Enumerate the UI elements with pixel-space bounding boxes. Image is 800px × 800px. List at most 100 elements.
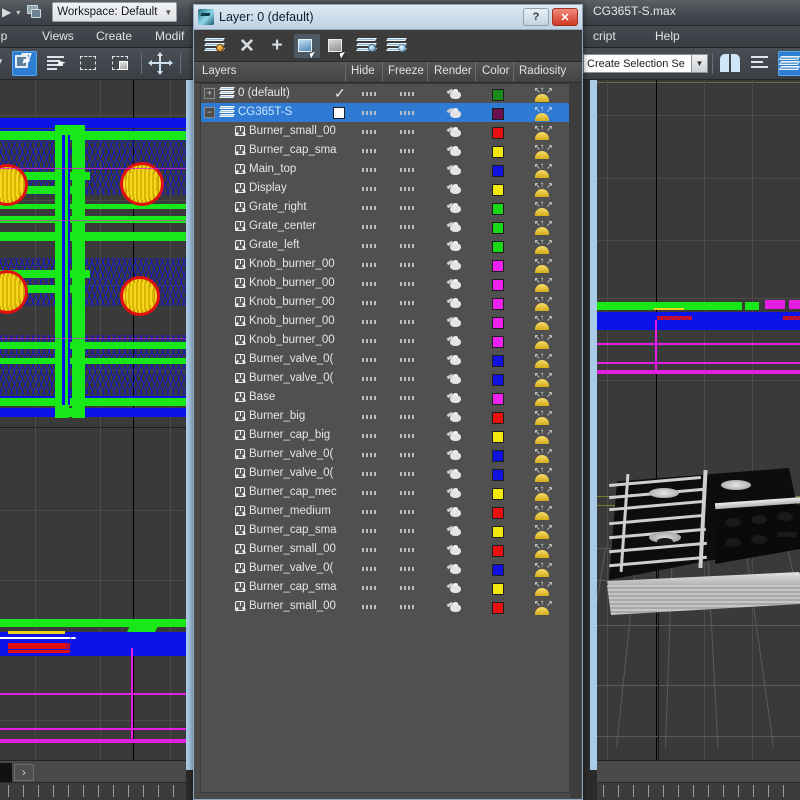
render-teapot-icon[interactable] <box>446 487 464 500</box>
layer-list-scrollbar[interactable] <box>570 83 581 798</box>
render-teapot-icon[interactable] <box>446 164 464 177</box>
radiosity-icon[interactable]: ↖ ↑ ↗ <box>532 219 553 235</box>
freeze-cell[interactable] <box>400 130 416 134</box>
radiosity-icon[interactable]: ↖ ↑ ↗ <box>532 390 553 406</box>
hide-cell[interactable] <box>362 605 378 609</box>
hide-cell[interactable] <box>362 187 378 191</box>
create-new-layer-button[interactable] <box>202 34 228 58</box>
column-header-freeze[interactable]: Freeze <box>388 65 424 77</box>
color-swatch[interactable] <box>492 564 504 576</box>
color-swatch[interactable] <box>492 602 504 614</box>
color-swatch[interactable] <box>492 184 504 196</box>
color-swatch[interactable] <box>492 507 504 519</box>
render-teapot-icon[interactable] <box>446 525 464 538</box>
hide-cell[interactable] <box>362 149 378 153</box>
hide-cell[interactable] <box>362 529 378 533</box>
layer-list-body[interactable]: +0 (default) ✓ ↖ ↑ ↗ − CG365T-S ↖ ↑ ↗ Burner_small… <box>194 83 582 799</box>
render-teapot-icon[interactable] <box>446 506 464 519</box>
hide-cell[interactable] <box>362 396 378 400</box>
column-header-hide[interactable]: Hide <box>351 65 375 77</box>
workspace-selector[interactable]: Workspace: Default ▼ <box>52 2 178 22</box>
render-teapot-icon[interactable] <box>446 259 464 272</box>
hide-cell[interactable] <box>362 206 378 210</box>
radiosity-icon[interactable]: ↖ ↑ ↗ <box>532 485 553 501</box>
help-button[interactable]: ? <box>523 8 549 26</box>
freeze-cell[interactable] <box>400 491 416 495</box>
hide-cell[interactable] <box>362 282 378 286</box>
freeze-cell[interactable] <box>400 225 416 229</box>
color-swatch[interactable] <box>492 336 504 348</box>
render-teapot-icon[interactable] <box>446 183 464 196</box>
close-button[interactable]: ✕ <box>552 8 578 26</box>
select-highlighted-objects-button[interactable] <box>294 34 320 59</box>
radiosity-icon[interactable]: ↖ ↑ ↗ <box>532 466 553 482</box>
undo-redo-arrow-icon[interactable]: ▶ <box>0 5 11 19</box>
render-teapot-icon[interactable] <box>446 468 464 481</box>
render-teapot-icon[interactable] <box>446 449 464 462</box>
freeze-cell[interactable] <box>400 453 416 457</box>
table-row[interactable]: − CG365T-S ↖ ↑ ↗ <box>201 103 569 122</box>
radiosity-icon[interactable]: ↖ ↑ ↗ <box>532 447 553 463</box>
track-bar-right[interactable] <box>597 761 800 783</box>
menu-maxscript[interactable]: cript <box>593 29 616 43</box>
hide-cell[interactable] <box>362 548 378 552</box>
hide-cell[interactable] <box>362 567 378 571</box>
track-bar-handle[interactable] <box>0 763 12 782</box>
hide-cell[interactable] <box>362 244 378 248</box>
freeze-cell[interactable] <box>400 434 416 438</box>
freeze-cell[interactable] <box>400 605 416 609</box>
freeze-cell[interactable] <box>400 168 416 172</box>
radiosity-icon[interactable]: ↖ ↑ ↗ <box>532 504 553 520</box>
hide-cell[interactable] <box>362 434 378 438</box>
radiosity-icon[interactable]: ↖ ↑ ↗ <box>532 409 553 425</box>
freeze-unfreeze-layer-button[interactable] <box>384 34 410 58</box>
table-row[interactable]: Burner_cap_sma ↖ ↑ ↗ <box>201 521 569 540</box>
freeze-cell[interactable] <box>400 339 416 343</box>
render-teapot-icon[interactable] <box>446 297 464 310</box>
render-teapot-icon[interactable] <box>446 107 464 120</box>
color-swatch[interactable] <box>492 488 504 500</box>
color-swatch[interactable] <box>492 241 504 253</box>
freeze-cell[interactable] <box>400 472 416 476</box>
radiosity-icon[interactable]: ↖ ↑ ↗ <box>532 162 553 178</box>
freeze-cell[interactable] <box>400 282 416 286</box>
render-teapot-icon[interactable] <box>446 221 464 234</box>
hide-cell[interactable] <box>362 472 378 476</box>
wireframe-viewport[interactable] <box>0 80 186 760</box>
hide-cell[interactable] <box>362 130 378 134</box>
hide-cell[interactable] <box>362 586 378 590</box>
hide-cell[interactable] <box>362 263 378 267</box>
radiosity-icon[interactable]: ↖ ↑ ↗ <box>532 238 553 254</box>
hide-cell[interactable] <box>362 225 378 229</box>
hide-cell[interactable] <box>362 358 378 362</box>
table-row[interactable]: Burner_cap_sma ↖ ↑ ↗ <box>201 578 569 597</box>
freeze-cell[interactable] <box>400 206 416 210</box>
freeze-cell[interactable] <box>400 320 416 324</box>
freeze-cell[interactable] <box>400 377 416 381</box>
radiosity-icon[interactable]: ↖ ↑ ↗ <box>532 561 553 577</box>
manage-workspaces-icon[interactable] <box>25 4 43 20</box>
table-row[interactable]: Burner_cap_mec ↖ ↑ ↗ <box>201 483 569 502</box>
color-swatch[interactable] <box>492 374 504 386</box>
hide-cell[interactable] <box>362 510 378 514</box>
color-swatch[interactable] <box>492 298 504 310</box>
radiosity-icon[interactable]: ↖ ↑ ↗ <box>532 295 553 311</box>
perspective-shaded-viewport[interactable] <box>597 80 800 760</box>
render-teapot-icon[interactable] <box>446 316 464 329</box>
render-teapot-icon[interactable] <box>446 278 464 291</box>
color-swatch[interactable] <box>492 545 504 557</box>
table-row[interactable]: +0 (default) ✓ ↖ ↑ ↗ <box>201 84 569 103</box>
hide-cell[interactable] <box>362 491 378 495</box>
menu-help[interactable]: Help <box>655 29 680 43</box>
named-selection-set-input[interactable]: Create Selection Se ▼ <box>583 54 708 73</box>
column-header-radiosity[interactable]: Radiosity <box>519 65 566 77</box>
freeze-cell[interactable] <box>400 529 416 533</box>
color-swatch[interactable] <box>492 469 504 481</box>
color-swatch[interactable] <box>492 355 504 367</box>
rectangular-selection-region-button[interactable] <box>76 51 101 76</box>
radiosity-icon[interactable]: ↖ ↑ ↗ <box>532 143 553 159</box>
render-teapot-icon[interactable] <box>446 354 464 367</box>
hide-cell[interactable] <box>362 453 378 457</box>
render-teapot-icon[interactable] <box>446 88 464 101</box>
hide-cell[interactable] <box>362 320 378 324</box>
